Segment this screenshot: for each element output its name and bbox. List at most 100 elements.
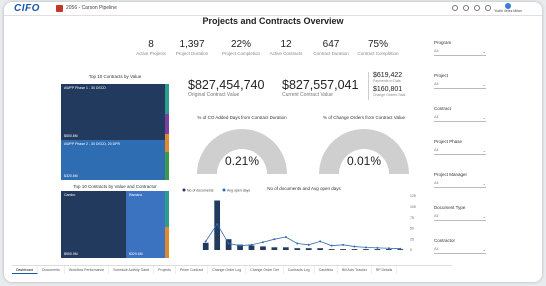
bar[interactable] [260,246,266,250]
treemap1-title: Top 10 Contracts by Value [88,74,142,79]
treemap-tile[interactable] [165,114,169,134]
line-point[interactable] [204,240,207,243]
bar[interactable] [328,249,335,250]
bar[interactable] [363,249,369,250]
filter-select[interactable]: All ⌄ [434,180,486,188]
app-logo[interactable]: CIFO [14,3,40,14]
filter-value: All [434,114,439,119]
bar[interactable] [294,248,301,250]
line-point[interactable] [387,247,390,250]
bar[interactable] [317,248,324,250]
line-point[interactable] [307,243,310,246]
user-name: Yudhi Velez Milan [494,9,522,13]
kpi-value: 75% [367,39,388,50]
notifications-icon[interactable] [474,5,480,11]
line-point[interactable] [342,243,345,246]
line-point[interactable] [250,243,253,246]
line-point[interactable] [319,240,322,243]
chevron-down-icon: ⌄ [482,181,486,186]
line-point[interactable] [284,236,287,239]
filter-contract: Contract All ⌄ [434,106,486,122]
tab-change-order-det[interactable]: Change Order Det [246,266,284,274]
treemap-tile[interactable]: AWPP Phase 1 - 30 DSCD $500.8M [61,84,165,140]
line-point[interactable] [227,242,230,245]
y-tick-label: 50 [410,227,414,231]
settings-icon[interactable] [463,5,469,11]
chevron-down-icon: ⌄ [482,148,486,153]
apps-icon[interactable] [485,5,491,11]
bar[interactable] [305,248,312,250]
tab-schedule-activity-gantt[interactable]: Schedule Activity Gantt [109,266,155,274]
filter-label: Contractor [434,238,456,243]
treemap-tile[interactable] [165,134,169,152]
filter-select[interactable]: All ⌄ [434,213,486,221]
filter-value: All [434,48,439,53]
tab-bill-actv-tracker[interactable]: Bill Actv Tracker [338,266,372,274]
tab-change-order-log[interactable]: Change Order Log [208,266,247,274]
chevron-down-icon: ⌄ [482,115,486,120]
tab-cashflow[interactable]: Cashflow [315,266,338,274]
y-tick-label: 125 [410,194,416,198]
gauge2-title: % of Change Orders from Contract Value [323,115,405,120]
tab-dashboard[interactable]: Dashboard [12,266,39,274]
line-point[interactable] [261,241,264,244]
treemap-tile[interactable]: Ramano $320.6M [126,191,165,258]
line-point[interactable] [273,238,276,241]
money-label: Original Contract Value [188,92,240,98]
line-point[interactable] [239,244,242,247]
treemap-tile[interactable]: Cambo $500.9M [61,191,126,258]
filter-select[interactable]: All ⌄ [434,147,486,155]
combo-chart: No of documents Avg open days 125 100 75 50 2… [182,188,416,252]
treemap-tile[interactable] [165,191,169,227]
filter-select[interactable]: All ⌄ [434,246,486,254]
line-point[interactable] [399,247,402,250]
line-point[interactable] [376,246,379,249]
tile-label: Cambo [64,193,76,197]
money-value: $827,557,041 [282,78,359,92]
chart-y-axis: 125 100 75 50 25 0 [410,194,416,252]
filter-select[interactable]: All ⌄ [434,81,486,89]
bar[interactable] [271,247,278,250]
tab-rf-details[interactable]: RF Details [372,266,398,274]
line-point[interactable] [353,245,356,248]
top-bar: CIFO 2056 - Carson Pipeline Yudhi Velez … [4,2,542,16]
line-point[interactable] [364,246,367,249]
chevron-down-icon: ⌄ [482,49,486,54]
money-label: Current Contract Value [282,92,333,98]
tab-prime-contract[interactable]: Prime Contract [176,266,209,274]
legend-label: Avg open days [227,189,250,193]
bar[interactable] [282,247,289,250]
payments-summary: $619,422 Payments to Date $160,801 Chang… [368,72,418,100]
treemap-tile[interactable]: AWPP Phase 2 - 30 DSCD, 20 DPR $320.6M [61,140,165,180]
treemap-tile[interactable] [165,84,169,114]
filter-value: All [434,246,439,251]
bar[interactable] [340,249,346,250]
tab-workflow-performance[interactable]: Workflow Performance [65,266,110,274]
treemap-top-contracts: AWPP Phase 1 - 30 DSCD $500.8M AWPP Phas… [61,84,169,180]
help-icon[interactable] [452,5,458,11]
line-point[interactable] [216,223,219,226]
bar[interactable] [248,245,255,251]
tab-projects[interactable]: Projects [154,266,176,274]
chart-legend: No of documents Avg open days [182,188,250,193]
chevron-down-icon: ⌄ [482,214,486,219]
filter-select[interactable]: All ⌄ [434,48,486,56]
filter-select[interactable]: All ⌄ [434,114,486,122]
project-selector[interactable]: 2056 - Carson Pipeline [66,5,117,11]
bar[interactable] [214,200,221,251]
bar[interactable] [374,249,381,250]
treemap-contractors: Cambo $500.9M Ramano $320.6M [61,191,169,258]
treemap-tile[interactable] [165,152,169,180]
bar[interactable] [202,242,209,250]
treemap-tile[interactable] [165,227,169,258]
line-point[interactable] [296,242,299,245]
report-tabs: Dashboard Documents Workflow Performance Sc… [12,265,452,274]
filter-project-phase: Project Phase All ⌄ [434,139,486,155]
tile-label: AWPP Phase 2 - 30 DSCD, 20 DPR [64,142,121,146]
user-menu[interactable]: Yudhi Velez Milan [494,3,522,13]
tab-documents[interactable]: Documents [38,266,65,274]
tab-contracts-log[interactable]: Contracts Log [284,266,315,274]
line-point[interactable] [330,244,333,247]
project-icon [56,5,63,12]
bar[interactable] [351,249,358,250]
